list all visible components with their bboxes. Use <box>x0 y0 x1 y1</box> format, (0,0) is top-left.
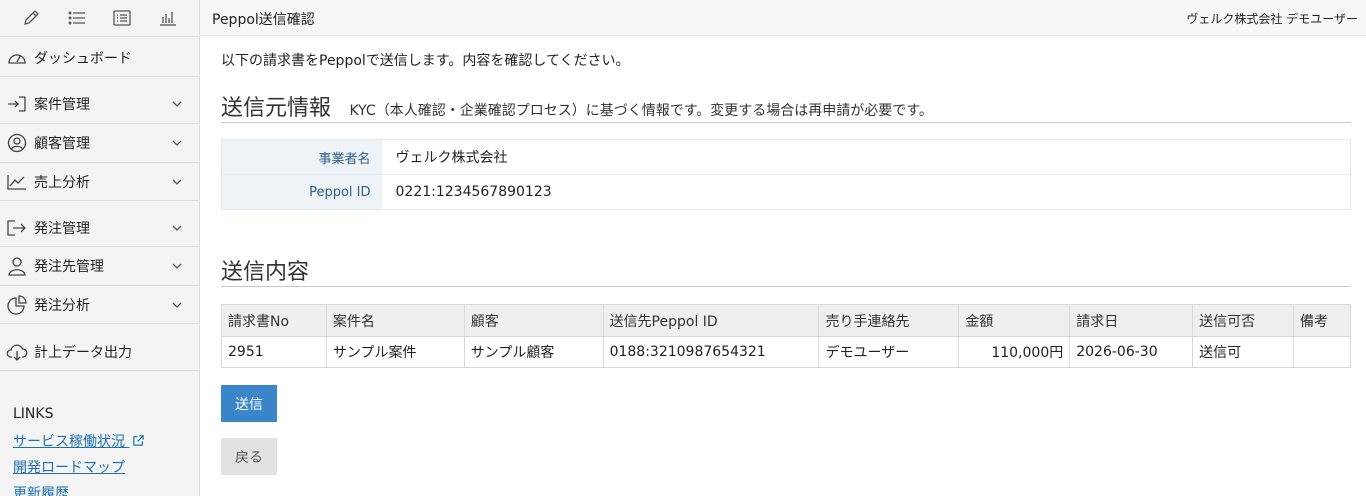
sidebar-item-label: ダッシュボード <box>34 50 132 67</box>
invoice-table: 請求書No 案件名 顧客 送信先Peppol ID 売り手連絡先 金額 請求日 … <box>221 304 1351 368</box>
column-header: 顧客 <box>463 304 604 337</box>
external-link-icon <box>133 435 145 446</box>
sidebar-item-suppliers[interactable]: 発注先管理 <box>0 247 199 285</box>
content-section-header: 送信内容 <box>221 254 1351 287</box>
user-icon <box>6 255 32 277</box>
links-title: LINKS <box>13 406 54 422</box>
customer-cell: サンプル顧客 <box>463 336 604 368</box>
service-status-link-label: サービス稼働状況 <box>13 434 125 450</box>
top-header: Peppol送信確認 ヴェルク株式会社 デモユーザー <box>200 0 1366 36</box>
back-button[interactable]: 戻る <box>221 438 277 475</box>
column-header: 請求書No <box>221 304 327 337</box>
column-header: 送信可否 <box>1192 304 1294 337</box>
pencil-icon[interactable] <box>19 6 43 30</box>
intro-text: 以下の請求書をPeppolで送信します。内容を確認してください。 <box>221 53 630 69</box>
sender-heading: 送信元情報 <box>221 96 332 121</box>
remarks-cell <box>1293 336 1351 368</box>
sidebar-item-order-analysis[interactable]: 発注分析 <box>0 286 199 323</box>
invoice-date-cell: 2026-06-30 <box>1069 336 1194 368</box>
chevron-down-icon <box>172 179 182 185</box>
sender-section-header: 送信元情報 KYC（本人確認・企業確認プロセス）に基づく情報です。変更する場合は… <box>221 90 1351 123</box>
project-name-cell: サンプル案件 <box>325 336 465 368</box>
sidebar-item-label: 顧客管理 <box>34 136 90 152</box>
list-box-icon[interactable] <box>110 6 134 30</box>
list-icon[interactable] <box>65 6 89 30</box>
column-header: 売り手連絡先 <box>818 304 960 337</box>
user-menu[interactable]: ヴェルク株式会社 デモユーザー <box>1186 10 1358 27</box>
trend-icon <box>6 171 32 193</box>
user-circle-icon <box>6 132 32 154</box>
column-header: 金額 <box>958 304 1071 337</box>
page-title: Peppol送信確認 <box>212 12 315 28</box>
column-header: 備考 <box>1293 304 1351 337</box>
sidebar-item-label: 発注管理 <box>34 220 90 237</box>
sidebar-item-projects[interactable]: 案件管理 <box>0 86 199 122</box>
table-row: Peppol ID 0221:1234567890123 <box>221 174 1351 210</box>
table-header-row: 請求書No 案件名 顧客 送信先Peppol ID 売り手連絡先 金額 請求日 … <box>221 304 1351 337</box>
sidebar-item-label: 売上分析 <box>34 174 90 191</box>
pie-icon <box>6 294 32 316</box>
column-header: 請求日 <box>1069 304 1194 337</box>
column-header: 送信先Peppol ID <box>602 304 820 337</box>
gauge-icon <box>6 47 32 69</box>
sidebar-item-orders[interactable]: 発注管理 <box>0 209 199 246</box>
peppol-id-value: 0221:1234567890123 <box>381 174 1351 210</box>
sidebar-item-label: 発注分析 <box>34 297 90 314</box>
sidebar-item-label: 発注先管理 <box>34 259 104 275</box>
sidebar-item-export[interactable]: 計上データ出力 <box>0 333 199 370</box>
chevron-down-icon <box>172 263 182 269</box>
amount-cell: 110,000円 <box>958 336 1071 368</box>
table-row: 2951 サンプル案件 サンプル顧客 0188:3210987654321 デモ… <box>221 336 1351 368</box>
content-heading: 送信内容 <box>221 260 310 285</box>
sidebar-item-sales-analysis[interactable]: 売上分析 <box>0 163 199 200</box>
chevron-down-icon <box>172 101 182 107</box>
business-name-label: 事業者名 <box>221 139 382 175</box>
share-icon <box>6 217 32 239</box>
chart-icon[interactable] <box>156 6 180 30</box>
sender-description: KYC（本人確認・企業確認プロセス）に基づく情報です。変更する場合は再申請が必要… <box>349 103 933 119</box>
chevron-down-icon <box>172 302 182 308</box>
sidebar-item-label: 案件管理 <box>34 97 90 113</box>
service-status-link[interactable]: サービス稼働状況 <box>13 431 145 451</box>
changelog-link[interactable]: 更新履歴 <box>13 483 69 496</box>
chevron-down-icon <box>172 140 182 146</box>
recipient-peppol-id-cell: 0188:3210987654321 <box>602 336 820 368</box>
seller-contact-cell: デモユーザー <box>818 336 960 368</box>
column-header: 案件名 <box>325 304 465 337</box>
send-button[interactable]: 送信 <box>221 385 277 422</box>
table-row: 事業者名 ヴェルク株式会社 <box>221 139 1351 175</box>
sidebar-item-dashboard[interactable]: ダッシュボード <box>0 39 199 76</box>
sidebar-item-label: 計上データ出力 <box>34 344 132 361</box>
business-name-value: ヴェルク株式会社 <box>381 139 1351 175</box>
roadmap-link[interactable]: 開発ロードマップ <box>13 457 125 477</box>
cloud-download-icon <box>6 341 32 363</box>
invoice-no-cell: 2951 <box>221 336 327 368</box>
sidebar: ダッシュボード 案件管理 顧客管理 売上分析 発注管理 発注先管理 発注分析 計… <box>0 0 200 496</box>
sidebar-toolbar <box>0 0 199 36</box>
send-status-cell: 送信可 <box>1192 336 1294 368</box>
chevron-down-icon <box>172 225 182 231</box>
sidebar-item-customers[interactable]: 顧客管理 <box>0 124 199 162</box>
sender-info-table: 事業者名 ヴェルク株式会社 Peppol ID 0221:12345678901… <box>221 139 1351 210</box>
login-icon <box>6 93 32 115</box>
peppol-id-label: Peppol ID <box>221 174 382 210</box>
